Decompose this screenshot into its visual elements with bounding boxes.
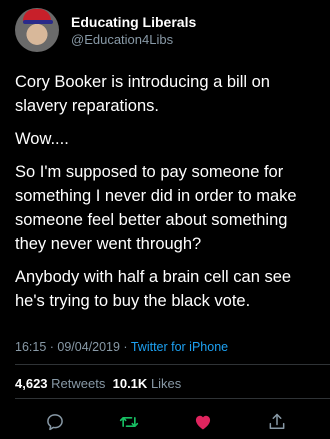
user-names: Educating Liberals @Education4Libs [71, 13, 196, 48]
tweet-text: Cory Booker is introducing a bill on sla… [15, 70, 320, 322]
reply-icon [47, 414, 63, 431]
user-handle[interactable]: @Education4Libs [71, 31, 196, 48]
tweet-source-link[interactable]: Twitter for iPhone [131, 340, 228, 354]
retweets-label: Retweets [51, 376, 106, 391]
likes-label: Likes [150, 376, 182, 391]
tweet-stats: 4,623 Retweets 10.1K Likes [15, 376, 181, 391]
retweets-stat[interactable]: 4,623 Retweets [15, 376, 105, 391]
likes-stat[interactable]: 10.1K Likes [113, 376, 182, 391]
tweet-date: 09/04/2019 [57, 340, 120, 354]
tweet-header: Educating Liberals @Education4Libs [15, 8, 196, 52]
like-icon [195, 415, 211, 430]
meta-separator: · [119, 340, 131, 354]
like-button[interactable] [191, 410, 215, 434]
likes-count: 10.1K [112, 376, 148, 391]
retweet-icon [119, 417, 139, 427]
tweet-paragraph: So I'm supposed to pay someone for somet… [15, 163, 297, 253]
tweet-paragraph: Cory Booker is introducing a bill on sla… [15, 73, 270, 115]
retweets-count: 4,623 [15, 376, 48, 391]
share-icon [269, 413, 285, 429]
retweet-button[interactable] [117, 410, 141, 434]
share-button[interactable] [265, 410, 289, 434]
meta-separator: · [46, 340, 58, 354]
divider [15, 364, 330, 365]
tweet-paragraph: Anybody with half a brain cell can see h… [15, 268, 292, 310]
avatar[interactable] [15, 8, 59, 52]
tweet-time: 16:15 [15, 340, 47, 354]
tweet-meta: 16:15 · 09/04/2019 · Twitter for iPhone [15, 340, 228, 354]
divider [15, 398, 330, 399]
action-bar [0, 410, 330, 434]
display-name[interactable]: Educating Liberals [71, 13, 196, 31]
avatar-cap-bill [23, 20, 53, 24]
reply-button[interactable] [43, 410, 67, 434]
tweet-paragraph: Wow.... [15, 130, 69, 148]
